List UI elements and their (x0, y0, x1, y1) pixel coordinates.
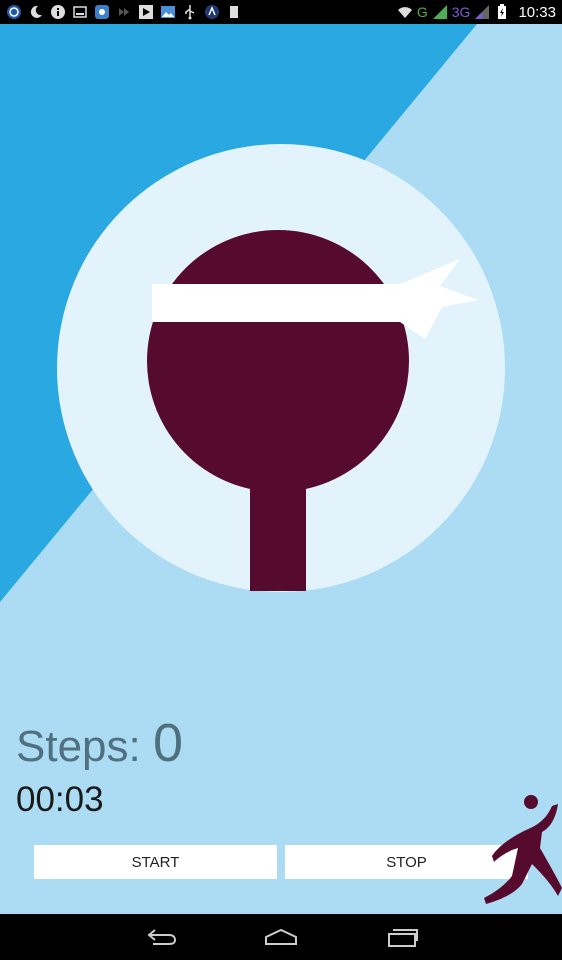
network-type-3g-label: 3G (451, 4, 471, 20)
start-button[interactable]: START (34, 845, 277, 879)
recent-apps-button[interactable] (382, 924, 422, 950)
home-button[interactable] (261, 924, 301, 950)
app-icon (95, 5, 109, 19)
play-store-icon (139, 5, 153, 19)
signal-3g-icon (475, 5, 490, 19)
sync-icon (7, 5, 21, 19)
app-badge-icon (205, 5, 219, 19)
steps-value: 0 (152, 713, 184, 773)
battery-icon (498, 4, 507, 19)
forward-icon (119, 8, 129, 16)
status-right: G 3G 10:33 (397, 2, 556, 22)
back-icon (147, 929, 177, 945)
logo-stem (250, 479, 306, 591)
app-content: Steps: 0 00:03 START STOP (0, 24, 562, 914)
recent-apps-icon (388, 929, 418, 947)
moon-icon (30, 5, 42, 18)
signal-icon (432, 5, 447, 19)
usb-icon (185, 5, 195, 20)
network-type-label: G (416, 4, 428, 20)
status-bar: G 3G 10:33 (0, 0, 562, 24)
steps-label: Steps: (16, 722, 153, 771)
runner-icon (484, 795, 562, 904)
navigation-bar (0, 914, 562, 960)
timer-display: 00:03 (16, 780, 104, 819)
status-time: 10:33 (518, 3, 556, 21)
info-icon (51, 5, 65, 19)
home-icon (265, 928, 297, 945)
sd-card-icon (230, 6, 238, 18)
back-button[interactable] (141, 924, 181, 950)
notification-icons (6, 3, 242, 21)
wifi-icon (397, 7, 412, 18)
screenshot-icon (73, 6, 87, 18)
gallery-icon (161, 6, 175, 18)
steps-counter: Steps: 0 (16, 712, 183, 774)
screen: G 3G 10:33 Steps: 0 00:03 START STOP (0, 0, 562, 960)
logo-head (147, 230, 409, 492)
